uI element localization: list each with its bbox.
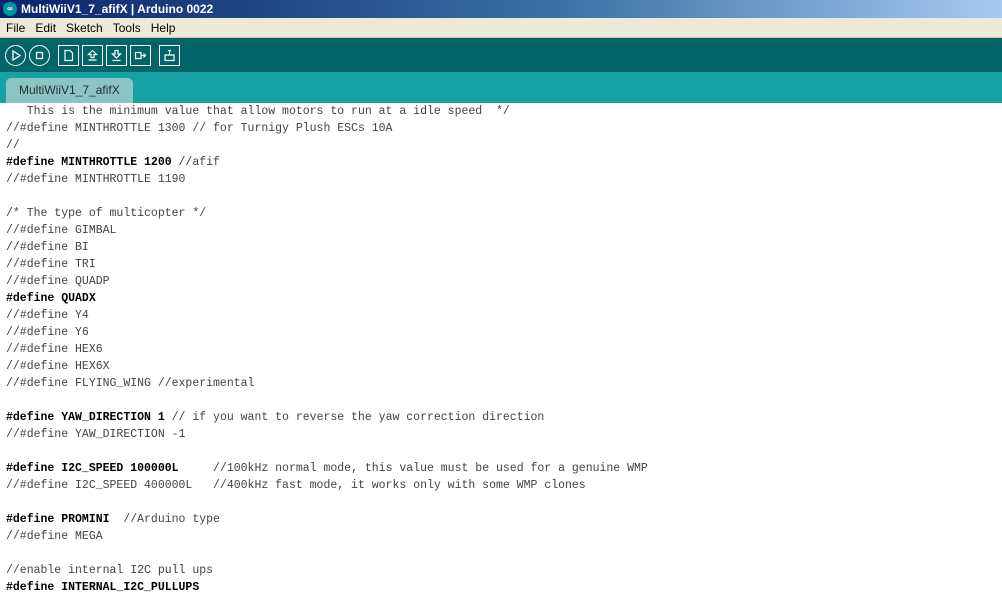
open-button[interactable]: [82, 44, 103, 66]
download-arrow-icon: [111, 49, 122, 61]
code-line: //#define MINTHROTTLE 1300 // for Turnig…: [6, 122, 393, 135]
code-line: //#define MINTHROTTLE 1190: [6, 173, 186, 186]
code-line: #define PROMINI //Arduino type: [0, 511, 1002, 528]
code-directive: #define INTERNAL_I2C_PULLUPS: [6, 581, 200, 594]
menu-help[interactable]: Help: [146, 18, 181, 38]
code-directive: #define PROMINI: [6, 513, 124, 526]
upload-button[interactable]: [130, 44, 151, 66]
window-titlebar[interactable]: ∞ MultiWiiV1_7_afifX | Arduino 0022: [0, 0, 1002, 18]
code-line: #define YAW_DIRECTION 1 // if you want t…: [0, 409, 1002, 426]
stop-icon: [35, 51, 44, 59]
code-comment: // if you want to reverse the yaw correc…: [171, 411, 545, 424]
verify-button[interactable]: [5, 44, 26, 66]
play-icon: [12, 49, 22, 61]
menu-edit[interactable]: Edit: [30, 18, 61, 38]
code-line: //#define Y4: [6, 309, 89, 322]
code-line: //#define TRI: [6, 258, 96, 271]
code-line: //#define FLYING_WING //experimental: [6, 377, 255, 390]
stop-button[interactable]: [29, 44, 50, 66]
serial-monitor-icon: [164, 49, 175, 61]
menu-sketch[interactable]: Sketch: [61, 18, 108, 38]
code-line: #define MINTHROTTLE 1200 //afif: [0, 154, 1002, 171]
code-editor[interactable]: This is the minimum value that allow mot…: [0, 103, 1002, 602]
new-file-icon: [64, 49, 74, 61]
new-button[interactable]: [58, 44, 79, 66]
code-directive: #define QUADX: [6, 292, 96, 305]
code-line: //#define Y6: [6, 326, 89, 339]
arduino-icon: ∞: [3, 2, 17, 16]
tab-sketch[interactable]: MultiWiiV1_7_afifX: [6, 78, 133, 103]
upload-arrow-icon: [87, 49, 98, 61]
code-directive: #define I2C_SPEED 100000L: [6, 462, 214, 475]
code-line: //#define YAW_DIRECTION -1: [6, 428, 186, 441]
save-button[interactable]: [106, 44, 127, 66]
code-line: //#define HEX6X: [6, 360, 110, 373]
toolbar: [0, 38, 1002, 72]
code-line: /* The type of multicopter */: [6, 207, 207, 220]
code-line: //#define BI: [6, 241, 89, 254]
serial-monitor-button[interactable]: [159, 44, 180, 66]
menu-file[interactable]: File: [1, 18, 30, 38]
code-line: #define INTERNAL_I2C_PULLUPS: [0, 579, 1002, 596]
menu-tools[interactable]: Tools: [108, 18, 146, 38]
code-line: //#define I2C_SPEED 400000L //400kHz fas…: [6, 479, 586, 492]
upload-board-icon: [134, 51, 147, 59]
code-line: #define I2C_SPEED 100000L //100kHz norma…: [0, 460, 1002, 477]
code-line: //: [6, 139, 20, 152]
code-directive: #define YAW_DIRECTION 1: [6, 411, 172, 424]
code-comment: //afif: [178, 156, 220, 169]
code-line: //#define MEGA: [6, 530, 103, 543]
code-line: #define QUADX: [0, 290, 1002, 307]
code-line: //#define GIMBAL: [6, 224, 117, 237]
code-line: //#define HEX6: [6, 343, 103, 356]
code-line: //#define QUADP: [6, 275, 110, 288]
code-comment: //Arduino type: [123, 513, 220, 526]
code-directive: #define MINTHROTTLE 1200: [6, 156, 179, 169]
tab-strip: MultiWiiV1_7_afifX: [0, 72, 1002, 103]
menu-bar: File Edit Sketch Tools Help: [0, 18, 1002, 38]
code-lines: This is the minimum value that allow mot…: [0, 103, 1002, 596]
window-title: MultiWiiV1_7_afifX | Arduino 0022: [21, 2, 214, 16]
code-line: //enable internal I2C pull ups: [6, 564, 214, 577]
code-line: This is the minimum value that allow mot…: [6, 105, 510, 118]
code-comment: //100kHz normal mode, this value must be…: [213, 462, 648, 475]
